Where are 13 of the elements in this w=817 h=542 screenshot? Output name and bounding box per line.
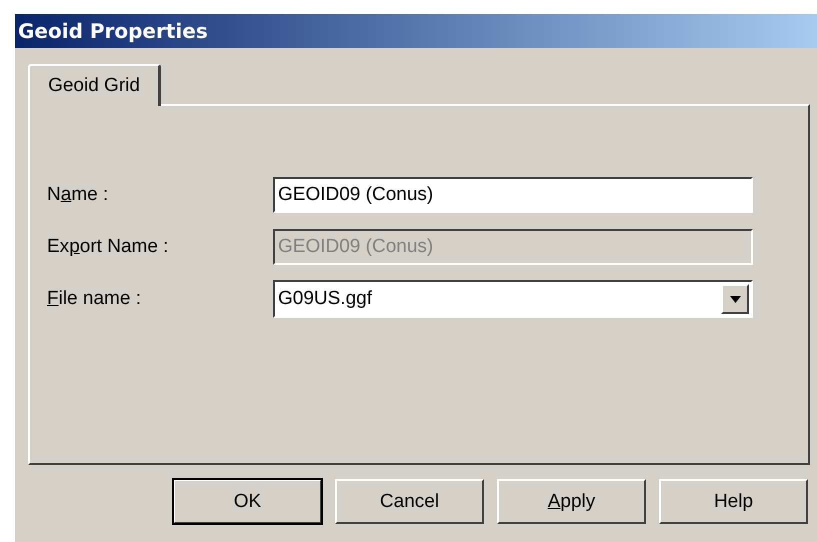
field-label: Name :: [47, 184, 110, 206]
dropdown-field[interactable]: G09US.ggf: [273, 280, 753, 318]
dialog-button[interactable]: Help: [659, 479, 808, 524]
text-field[interactable]: GEOID09 (Conus): [273, 177, 753, 213]
caret-icon: [730, 296, 740, 302]
tab[interactable]: Geoid Grid: [28, 64, 161, 106]
dialog-button[interactable]: OK: [173, 479, 322, 524]
dialog-button[interactable]: Apply: [497, 479, 646, 524]
dropdown-button[interactable]: [721, 284, 749, 314]
field-label: Export Name :: [47, 236, 170, 258]
field-label: File name :: [47, 288, 142, 310]
dialog-button[interactable]: Cancel: [335, 479, 484, 524]
window-title: Geoid Properties: [18, 19, 208, 43]
